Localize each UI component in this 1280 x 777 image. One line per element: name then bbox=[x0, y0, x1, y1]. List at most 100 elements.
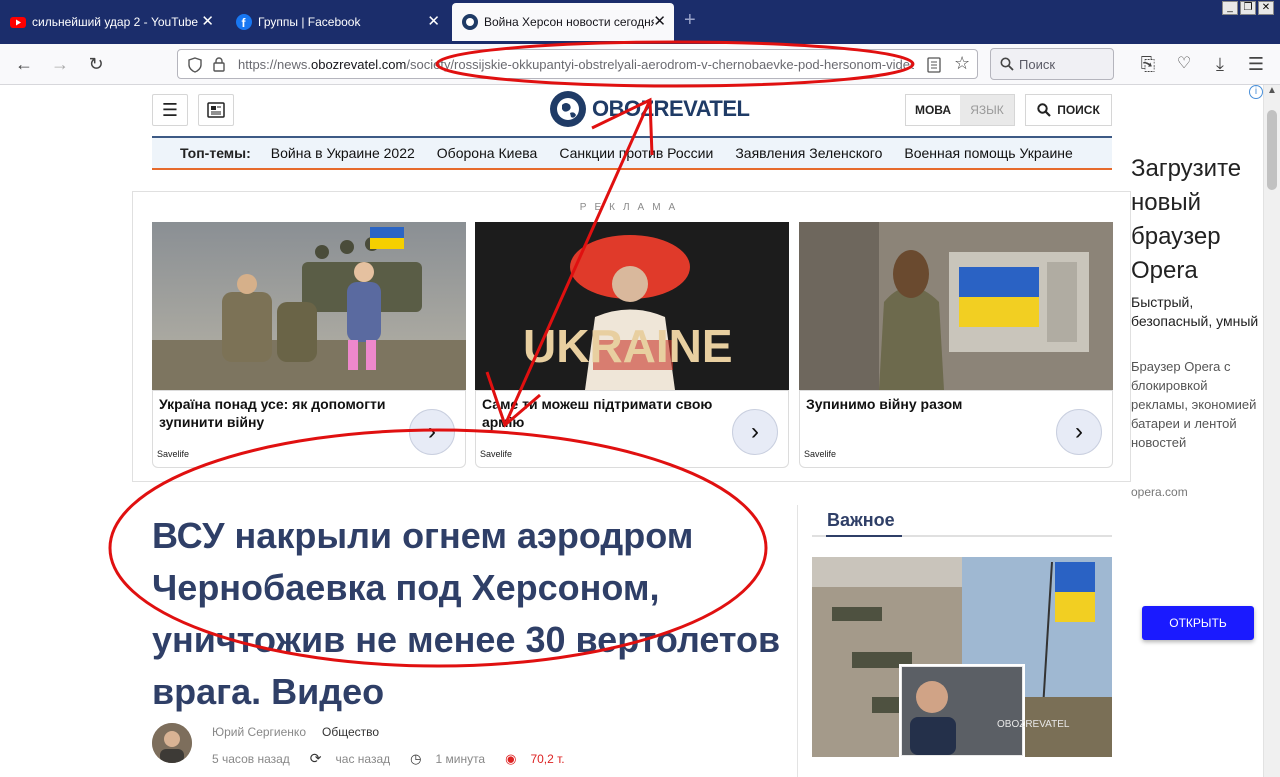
ukraine-poster-image: UKRAINE bbox=[475, 222, 789, 390]
new-tab-icon[interactable]: + bbox=[684, 10, 696, 30]
globe-logo-icon bbox=[550, 91, 586, 127]
topic-link[interactable]: Оборона Киева bbox=[437, 145, 538, 161]
ad-card-source: Savelife bbox=[157, 449, 190, 459]
tab-title: Война Херсон новости сегодня – bbox=[484, 15, 654, 29]
menu-icon[interactable]: ☰ bbox=[1246, 54, 1266, 74]
tab-obozrevatel[interactable]: Война Херсон новости сегодня – ✕ bbox=[452, 3, 674, 41]
topic-link[interactable]: Военная помощь Украине bbox=[904, 145, 1072, 161]
read-time: 1 минута bbox=[435, 751, 486, 766]
downloads-icon[interactable]: ⤓ bbox=[1210, 54, 1230, 74]
newspaper-button[interactable] bbox=[198, 94, 234, 126]
tab-title: Группы | Facebook bbox=[258, 15, 361, 29]
search-label: ПОИСК bbox=[1057, 103, 1100, 117]
back-icon[interactable]: ← bbox=[14, 54, 34, 74]
forward-icon[interactable]: → bbox=[50, 54, 70, 74]
ad-card-source: Savelife bbox=[804, 449, 837, 459]
chevron-right-icon[interactable]: › bbox=[732, 409, 778, 455]
lock-icon[interactable] bbox=[213, 57, 225, 72]
article-headline[interactable]: ВСУ накрыли огнем аэродром Чернобаевка п… bbox=[152, 510, 792, 718]
published-time: 5 часов назад bbox=[212, 751, 290, 766]
tab-youtube[interactable]: сильнейший удар 2 - YouTube ✕ bbox=[0, 3, 222, 41]
ad-card[interactable]: UKRAINE Саме ти можеш підтримати свою ар… bbox=[475, 222, 789, 472]
close-tab-icon[interactable]: ✕ bbox=[201, 14, 214, 29]
section-underline bbox=[812, 535, 1112, 537]
topics-label: Топ-темы: bbox=[180, 145, 251, 161]
ad-card[interactable]: Україна понад усе: як допомогти зупинити… bbox=[152, 222, 466, 472]
article-meta-author: Юрий Сергиенко Общество bbox=[212, 725, 379, 739]
ad-card-title: Зупинимо війну разом bbox=[806, 396, 963, 412]
obozrevatel-icon bbox=[462, 14, 478, 30]
search-icon bbox=[1000, 57, 1014, 71]
tab-bar: сильнейший удар 2 - YouTube ✕ f Группы |… bbox=[0, 0, 1280, 44]
soldier-window-flag-image bbox=[799, 222, 1113, 390]
chevron-right-icon[interactable]: › bbox=[409, 409, 455, 455]
lang-ua-button[interactable]: МОВА bbox=[906, 95, 960, 125]
top-topics-bar: Топ-темы: Война в Украине 2022 Оборона К… bbox=[152, 136, 1112, 170]
clock-icon: ◷ bbox=[410, 750, 422, 766]
article-meta-stats: 5 часов назад ⟳ час назад ◷ 1 минута ◉ 7… bbox=[212, 750, 565, 767]
shield-icon[interactable] bbox=[188, 57, 202, 73]
ad-subtitle: Быстрый, безопасный, умный bbox=[1131, 294, 1259, 329]
refresh-icon: ⟳ bbox=[309, 750, 322, 766]
language-switcher: МОВА ЯЗЫК bbox=[905, 94, 1015, 126]
ukraine-word: UKRAINE bbox=[523, 320, 733, 372]
ad-domain[interactable]: opera.com bbox=[1131, 485, 1188, 499]
search-placeholder: Поиск bbox=[1019, 57, 1056, 72]
watermark-text: OBOZREVATEL bbox=[997, 719, 1070, 730]
category-link[interactable]: Общество bbox=[322, 725, 379, 739]
close-window-icon[interactable]: ✕ bbox=[1258, 1, 1274, 15]
window-controls: _ ❐ ✕ bbox=[1222, 1, 1274, 15]
newspaper-icon bbox=[207, 102, 225, 118]
minimize-icon[interactable]: _ bbox=[1222, 1, 1238, 15]
open-button[interactable]: ОТКРЫТЬ bbox=[1142, 606, 1254, 640]
tab-facebook[interactable]: f Группы | Facebook ✕ bbox=[226, 3, 448, 41]
important-section-title[interactable]: Важное bbox=[827, 510, 895, 531]
reload-icon[interactable]: ↻ bbox=[86, 54, 106, 74]
scroll-thumb[interactable] bbox=[1267, 110, 1277, 190]
search-bar[interactable]: Поиск bbox=[990, 48, 1114, 80]
close-tab-icon[interactable]: ✕ bbox=[653, 14, 666, 29]
reader-view-icon[interactable] bbox=[927, 57, 941, 73]
view-count: 70,2 т. bbox=[530, 751, 565, 766]
close-tab-icon[interactable]: ✕ bbox=[427, 14, 440, 29]
ad-card-title: Україна понад усе: як допомогти зупинити… bbox=[159, 396, 386, 430]
ad-card-title: Саме ти можеш підтримати свою армію bbox=[482, 396, 713, 430]
site-logo[interactable]: OBOZREVATEL bbox=[550, 91, 750, 127]
youtube-icon bbox=[10, 17, 26, 28]
updated-time: час назад bbox=[335, 751, 391, 766]
ad-title[interactable]: Загрузите новый браузер Opera bbox=[1131, 152, 1271, 288]
author-avatar[interactable] bbox=[152, 723, 192, 763]
restore-icon[interactable]: ❐ bbox=[1240, 1, 1256, 15]
scroll-up-icon[interactable]: ▲ bbox=[1267, 85, 1277, 96]
chevron-right-icon[interactable]: › bbox=[1056, 409, 1102, 455]
topic-link[interactable]: Санкции против России bbox=[559, 145, 713, 161]
lang-ru-button[interactable]: ЯЗЫК bbox=[960, 95, 1014, 125]
topic-link[interactable]: Война в Украине 2022 bbox=[271, 145, 415, 161]
ad-card-caption: Саме ти можеш підтримати свою армію Save… bbox=[475, 390, 789, 468]
web-page: ☰ OBOZREVATEL МОВА ЯЗЫК ПОИСК Топ-темы: … bbox=[0, 85, 1280, 777]
ad-card-source: Savelife bbox=[480, 449, 513, 459]
pocket-save-icon[interactable]: ⎘ bbox=[1138, 54, 1158, 74]
search-icon bbox=[1037, 103, 1051, 117]
soldiers-with-child-image bbox=[152, 222, 466, 390]
ad-choices-icon[interactable]: i bbox=[1249, 85, 1263, 99]
hamburger-menu-button[interactable]: ☰ bbox=[152, 94, 188, 126]
url-bar[interactable]: https://news.obozrevatel.com/society/ros… bbox=[177, 49, 978, 79]
navigation-toolbar: ← → ↻ https://news.obozrevatel.com/socie… bbox=[0, 44, 1280, 85]
url-text: https://news.obozrevatel.com/society/ros… bbox=[238, 57, 914, 72]
tab-title: сильнейший удар 2 - YouTube bbox=[32, 15, 199, 29]
eye-icon: ◉ bbox=[505, 750, 517, 766]
scrollbar[interactable]: ▲ bbox=[1263, 85, 1280, 777]
author-name[interactable]: Юрий Сергиенко bbox=[212, 725, 306, 739]
ad-card-caption: Україна понад усе: як допомогти зупинити… bbox=[152, 390, 466, 468]
ad-description: Браузер Opera с блокировкой рекламы, эко… bbox=[1131, 359, 1257, 450]
pocket-icon[interactable]: ♡ bbox=[1174, 54, 1194, 74]
site-search-button[interactable]: ПОИСК bbox=[1025, 94, 1112, 126]
facebook-icon: f bbox=[236, 14, 252, 30]
hamburger-icon: ☰ bbox=[161, 99, 179, 120]
ad-label: РЕКЛАМА bbox=[579, 202, 684, 213]
topic-link[interactable]: Заявления Зеленского bbox=[735, 145, 882, 161]
ad-card[interactable]: Зупинимо війну разом Savelife › bbox=[799, 222, 1113, 472]
bookmark-star-icon[interactable]: ☆ bbox=[954, 53, 970, 74]
important-news-image[interactable]: OBOZREVATEL bbox=[812, 557, 1112, 757]
